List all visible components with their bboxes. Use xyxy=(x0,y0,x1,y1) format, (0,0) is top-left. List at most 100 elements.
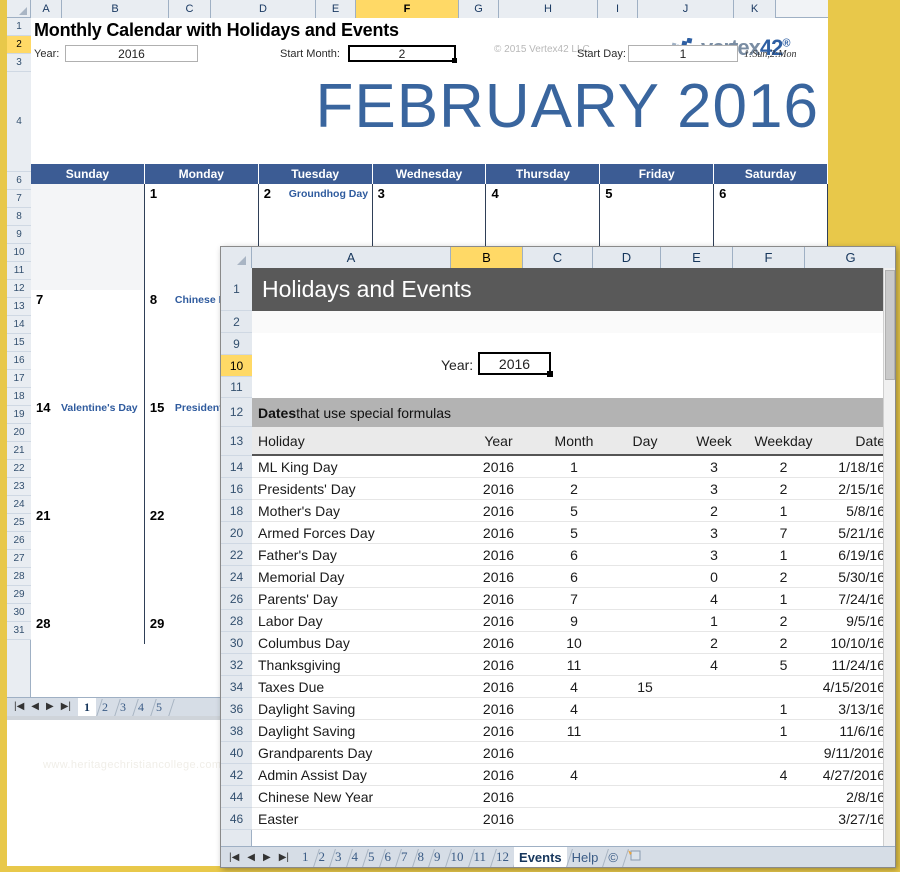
sheet-tab-12[interactable]: 12 xyxy=(491,847,514,868)
calendar-sheet-nav-buttons[interactable]: |◀ ◀ ▶ ▶| xyxy=(7,702,78,712)
sheet-tab-Help[interactable]: Help xyxy=(567,847,604,868)
row-header-40[interactable]: 40 xyxy=(221,742,252,764)
row-header-30[interactable]: 30 xyxy=(221,632,252,654)
row-header-8[interactable]: 8 xyxy=(7,208,31,226)
row-header-16[interactable]: 16 xyxy=(7,352,31,370)
row-header-27[interactable]: 27 xyxy=(7,550,31,568)
row-header-20[interactable]: 20 xyxy=(7,424,31,442)
row-header-15[interactable]: 15 xyxy=(7,334,31,352)
row-header-7[interactable]: 7 xyxy=(7,190,31,208)
holidays-year-input[interactable]: 2016 xyxy=(478,352,551,375)
table-row[interactable]: Chinese New Year20162/8/16 xyxy=(252,786,896,808)
row-header-46[interactable]: 46 xyxy=(221,808,252,830)
row-header-30[interactable]: 30 xyxy=(7,604,31,622)
row-header-14[interactable]: 14 xyxy=(7,316,31,334)
table-row[interactable]: Grandparents Day20169/11/2016 xyxy=(252,742,896,764)
sheet-tab-11[interactable]: 11 xyxy=(469,847,492,868)
column-header-C[interactable]: C xyxy=(523,247,593,268)
sheet-tab-1[interactable]: 1 xyxy=(78,698,96,717)
row-header-9[interactable]: 9 xyxy=(221,333,252,355)
row-header-4[interactable]: 4 xyxy=(7,72,31,172)
row-header-11[interactable]: 11 xyxy=(221,377,252,398)
row-header-24[interactable]: 24 xyxy=(221,566,252,588)
row-header-34[interactable]: 34 xyxy=(221,676,252,698)
column-header-G[interactable]: G xyxy=(459,0,499,18)
holidays-sheet-tabs[interactable]: 123456789101112EventsHelp© xyxy=(297,847,623,868)
table-row[interactable]: Daylight Saving201611111/6/16 xyxy=(252,720,896,742)
sheet-tab-4[interactable]: 4 xyxy=(347,847,364,868)
row-header-22[interactable]: 22 xyxy=(7,460,31,478)
sheet-tab-6[interactable]: 6 xyxy=(380,847,397,868)
calendar-day-cell[interactable]: 14Valentine's Day xyxy=(31,398,145,506)
sheet-tab-9[interactable]: 9 xyxy=(429,847,446,868)
sheet-tab-2[interactable]: 2 xyxy=(314,847,331,868)
sheet-tab-5[interactable]: 5 xyxy=(363,847,380,868)
row-header-6[interactable]: 6 xyxy=(7,172,31,190)
row-header-18[interactable]: 18 xyxy=(7,388,31,406)
column-header-E[interactable]: E xyxy=(661,247,733,268)
sheet-tab-4[interactable]: 4 xyxy=(132,698,150,717)
row-header-29[interactable]: 29 xyxy=(7,586,31,604)
row-header-13[interactable]: 13 xyxy=(221,427,252,456)
column-header-F[interactable]: F xyxy=(356,0,459,18)
row-header-36[interactable]: 36 xyxy=(221,698,252,720)
column-header-I[interactable]: I xyxy=(598,0,638,18)
sheet-tab-8[interactable]: 8 xyxy=(413,847,430,868)
column-header-A[interactable]: A xyxy=(252,247,451,268)
prev-sheet-icon[interactable]: ◀ xyxy=(31,702,39,712)
calendar-sheet-tab-bar[interactable]: |◀ ◀ ▶ ▶| 12345 xyxy=(7,697,222,716)
row-header-1[interactable]: 1 xyxy=(7,18,31,36)
column-header-D[interactable]: D xyxy=(593,247,661,268)
last-sheet-icon[interactable]: ▶| xyxy=(279,852,289,863)
table-row[interactable]: Mother's Day20165215/8/16 xyxy=(252,500,896,522)
column-header-G[interactable]: G xyxy=(805,247,896,268)
row-header-10[interactable]: 10 xyxy=(221,355,252,377)
prev-sheet-icon[interactable]: ◀ xyxy=(247,852,255,863)
table-row[interactable]: Daylight Saving2016413/13/16 xyxy=(252,698,896,720)
table-row[interactable]: Taxes Due20164154/15/2016 xyxy=(252,676,896,698)
row-header-26[interactable]: 26 xyxy=(221,588,252,610)
row-header-24[interactable]: 24 xyxy=(7,496,31,514)
column-header-C[interactable]: C xyxy=(169,0,211,18)
table-row[interactable]: Columbus Day2016102210/10/16 xyxy=(252,632,896,654)
holidays-select-all-corner[interactable] xyxy=(221,247,252,268)
row-header-32[interactable]: 32 xyxy=(221,654,252,676)
row-header-18[interactable]: 18 xyxy=(221,500,252,522)
column-header-B[interactable]: B xyxy=(62,0,169,18)
row-header-9[interactable]: 9 xyxy=(7,226,31,244)
row-header-11[interactable]: 11 xyxy=(7,262,31,280)
sheet-tab-Events[interactable]: Events xyxy=(514,847,567,868)
row-header-10[interactable]: 10 xyxy=(7,244,31,262)
start-day-input[interactable]: 1 xyxy=(628,45,738,62)
table-row[interactable]: Armed Forces Day20165375/21/16 xyxy=(252,522,896,544)
row-header-22[interactable]: 22 xyxy=(221,544,252,566)
calendar-day-cell[interactable]: 28 xyxy=(31,614,145,644)
table-row[interactable]: Easter20163/27/16 xyxy=(252,808,896,830)
holidays-vertical-scrollbar[interactable] xyxy=(883,268,895,848)
column-header-J[interactable]: J xyxy=(638,0,734,18)
row-header-25[interactable]: 25 xyxy=(7,514,31,532)
start-month-input[interactable]: 2 xyxy=(348,45,456,62)
row-header-17[interactable]: 17 xyxy=(7,370,31,388)
last-sheet-icon[interactable]: ▶| xyxy=(61,702,71,712)
holidays-sheet-tab-bar[interactable]: |◀ ◀ ▶ ▶| 123456789101112EventsHelp© xyxy=(221,846,896,867)
row-header-13[interactable]: 13 xyxy=(7,298,31,316)
sheet-tab-2[interactable]: 2 xyxy=(96,698,114,717)
row-header-2[interactable]: 2 xyxy=(221,311,252,333)
row-header-44[interactable]: 44 xyxy=(221,786,252,808)
new-sheet-icon[interactable] xyxy=(627,848,643,867)
year-input[interactable]: 2016 xyxy=(65,45,198,62)
column-header-D[interactable]: D xyxy=(211,0,316,18)
row-header-1[interactable]: 1 xyxy=(221,268,252,311)
row-header-26[interactable]: 26 xyxy=(7,532,31,550)
row-header-21[interactable]: 21 xyxy=(7,442,31,460)
next-sheet-icon[interactable]: ▶ xyxy=(263,852,271,863)
row-header-14[interactable]: 14 xyxy=(221,456,252,478)
calendar-sheet-tabs[interactable]: 12345 xyxy=(78,698,168,717)
column-header-K[interactable]: K xyxy=(734,0,776,18)
next-sheet-icon[interactable]: ▶ xyxy=(46,702,54,712)
sheet-tab-5[interactable]: 5 xyxy=(150,698,168,717)
row-header-19[interactable]: 19 xyxy=(7,406,31,424)
table-row[interactable]: Thanksgiving2016114511/24/16 xyxy=(252,654,896,676)
row-header-12[interactable]: 12 xyxy=(7,280,31,298)
